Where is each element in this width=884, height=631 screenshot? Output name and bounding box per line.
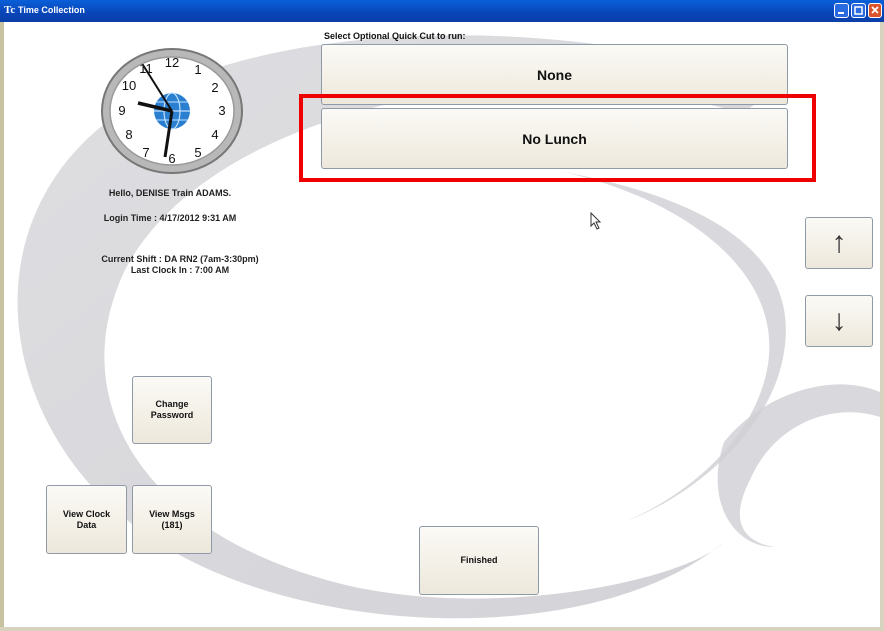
quick-cut-label: Select Optional Quick Cut to run: — [324, 31, 466, 41]
current-shift-text: Current Shift : DA RN2 (7am-3:30pm) — [101, 254, 259, 264]
window-titlebar[interactable]: Tc Time Collection — [0, 0, 884, 22]
clock-numeral-9: 9 — [118, 103, 125, 118]
clock-numeral-2: 2 — [211, 80, 218, 95]
scroll-up-button[interactable]: ↑ — [805, 217, 873, 269]
window-title: Time Collection — [18, 5, 85, 15]
view-msgs-label: View Msgs (181) — [149, 509, 195, 531]
clock-numeral-3: 3 — [218, 103, 225, 118]
arrow-down-icon: ↓ — [831, 304, 847, 337]
clock-numeral-10: 10 — [122, 78, 136, 93]
clock-numeral-7: 7 — [142, 145, 149, 160]
arrow-up-icon: ↑ — [831, 226, 847, 259]
view-msgs-label-line2: (181) — [161, 519, 183, 530]
clock-numeral-4: 4 — [211, 127, 218, 142]
view-clock-data-button[interactable]: View Clock Data — [46, 485, 127, 554]
highlight-box — [299, 94, 816, 182]
app-icon: Tc — [4, 4, 16, 16]
view-clock-data-label: View Clock Data — [63, 509, 110, 531]
clock-numeral-12: 12 — [165, 55, 179, 70]
maximize-icon[interactable] — [851, 3, 866, 18]
view-msgs-label-line1: View Msgs — [149, 508, 195, 519]
clock-numeral-8: 8 — [125, 127, 132, 142]
quick-cut-none-label: None — [537, 66, 572, 83]
view-clock-data-label-line1: View Clock — [62, 508, 111, 519]
finished-button[interactable]: Finished — [419, 526, 539, 595]
view-clock-data-label-line2: Data — [76, 519, 97, 530]
clock-numeral-5: 5 — [194, 145, 201, 160]
login-time-text: Login Time : 4/17/2012 9:31 AM — [103, 213, 237, 223]
view-msgs-button[interactable]: View Msgs (181) — [132, 485, 212, 554]
change-password-label-line1: Change — [155, 399, 189, 409]
minimize-icon[interactable] — [834, 3, 849, 18]
scroll-down-button[interactable]: ↓ — [805, 295, 873, 347]
window-right-border — [880, 22, 884, 631]
change-password-button[interactable]: Change Password — [132, 376, 212, 444]
change-password-label-line2: Password — [150, 410, 194, 420]
clock-numeral-6: 6 — [168, 151, 175, 166]
analog-clock: 12 1 2 3 4 5 6 7 8 9 10 11 — [101, 48, 243, 174]
mouse-cursor-icon — [590, 212, 602, 230]
close-icon[interactable] — [868, 3, 882, 18]
change-password-label: Change Password — [151, 399, 194, 421]
last-clock-in-text: Last Clock In : 7:00 AM — [130, 265, 230, 275]
greeting-text: Hello, DENISE Train ADAMS. — [108, 188, 232, 198]
finished-label: Finished — [460, 555, 498, 565]
window-bottom-border — [0, 627, 884, 631]
clock-numeral-1: 1 — [194, 62, 201, 77]
